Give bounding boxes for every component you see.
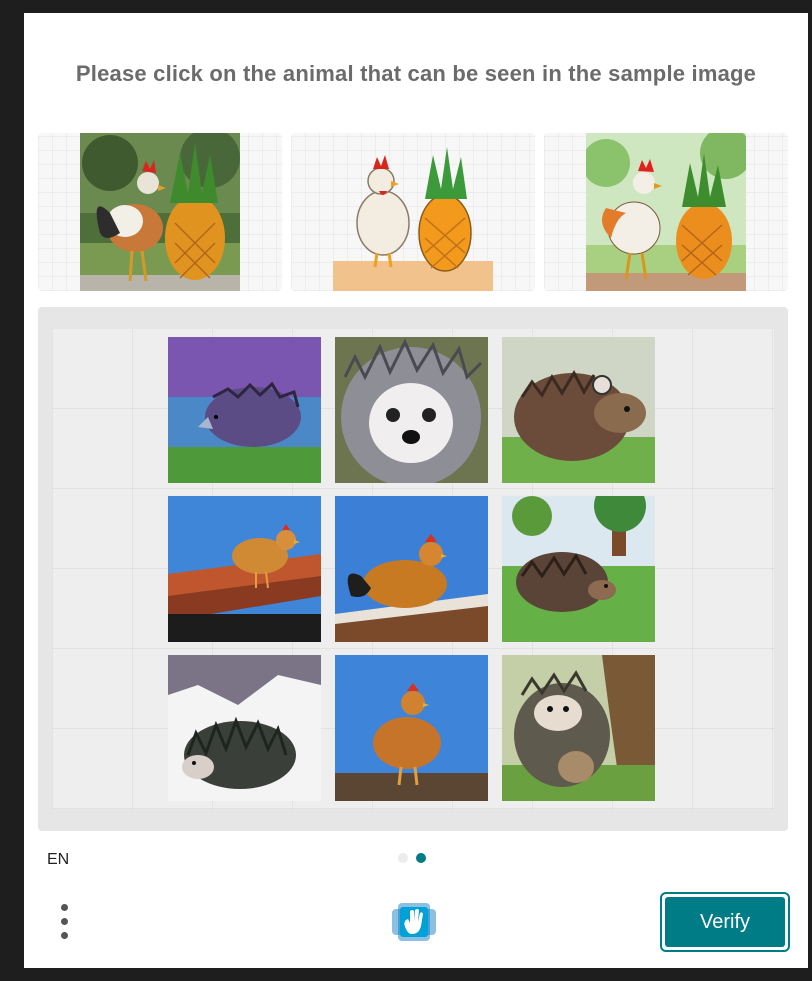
hedgehog-image: [502, 337, 655, 483]
more-options-button[interactable]: [54, 902, 76, 942]
sample-image: [38, 133, 282, 291]
pagination-dot-1[interactable]: [398, 853, 408, 863]
dot-icon: [61, 932, 68, 939]
language-selector[interactable]: EN: [47, 851, 69, 869]
challenge-tile-hedgehog[interactable]: [168, 655, 321, 801]
challenge-grid: [52, 329, 774, 809]
captcha-panel: Please click on the animal that can be s…: [24, 13, 808, 968]
challenge-tile-hedgehog[interactable]: [335, 337, 488, 483]
hcaptcha-logo-icon: [392, 903, 436, 941]
verify-button-label: Verify: [665, 897, 785, 947]
dot-icon: [61, 918, 68, 925]
rooster-pineapple-image: [80, 133, 240, 291]
sample-image: [544, 133, 788, 291]
challenge-tile-chicken[interactable]: [168, 496, 321, 642]
challenge-tile-hedgehog[interactable]: [502, 655, 655, 801]
challenge-tile-hedgehog[interactable]: [168, 337, 321, 483]
hedgehog-image: [335, 337, 488, 483]
challenge-tile-chicken[interactable]: [335, 655, 488, 801]
challenge-tile-hedgehog[interactable]: [502, 337, 655, 483]
sample-images: [38, 133, 788, 291]
prompt-text: Please click on the animal that can be s…: [75, 61, 757, 86]
chicken-image: [168, 496, 321, 642]
sample-image: [291, 133, 535, 291]
pagination-dot-2[interactable]: [416, 853, 426, 863]
dot-icon: [61, 904, 68, 911]
hen-pineapple-image: [333, 147, 493, 291]
hedgehog-image: [168, 337, 321, 483]
chicken-image: [335, 496, 488, 642]
chicken-image: [335, 655, 488, 801]
hedgehog-image: [502, 496, 655, 642]
challenge-grid-area: [38, 307, 788, 831]
verify-button[interactable]: Verify: [660, 892, 790, 952]
rooster-pineapple-garden-image: [586, 133, 746, 291]
hedgehog-image: [502, 655, 655, 801]
challenge-tile-chicken[interactable]: [335, 496, 488, 642]
hedgehog-image: [168, 655, 321, 801]
challenge-tile-hedgehog[interactable]: [502, 496, 655, 642]
